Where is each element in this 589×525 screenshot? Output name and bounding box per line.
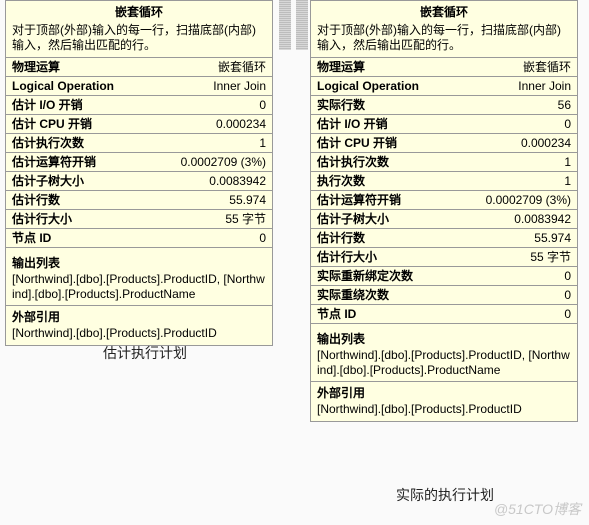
prop-val: 0.0002709 (3%) bbox=[486, 192, 571, 208]
prop-key: 节点 ID bbox=[12, 230, 51, 246]
prop-row: 估计 I/O 开销 0 bbox=[311, 115, 577, 134]
prop-key: 估计 CPU 开销 bbox=[317, 135, 397, 151]
prop-key: 估计行数 bbox=[317, 230, 365, 246]
prop-row: 物理运算 嵌套循环 bbox=[311, 58, 577, 77]
output-list-text: [Northwind].[dbo].[Products].ProductID, … bbox=[311, 348, 577, 382]
prop-key: Logical Operation bbox=[317, 78, 419, 94]
prop-key: 估计子树大小 bbox=[317, 211, 389, 227]
prop-val: 1 bbox=[259, 135, 266, 151]
prop-row: 实际重绕次数 0 bbox=[311, 286, 577, 305]
prop-key: 估计 I/O 开销 bbox=[317, 116, 388, 132]
prop-row: 实际重新绑定次数 0 bbox=[311, 267, 577, 286]
output-list-text: [Northwind].[dbo].[Products].ProductID, … bbox=[6, 272, 272, 306]
prop-val: 0.000234 bbox=[521, 135, 571, 151]
prop-val: 0 bbox=[564, 116, 571, 132]
prop-key: 估计行数 bbox=[12, 192, 60, 208]
prop-val: 0 bbox=[564, 306, 571, 322]
prop-key: Logical Operation bbox=[12, 78, 114, 94]
prop-key: 估计 I/O 开销 bbox=[12, 97, 83, 113]
prop-key: 节点 ID bbox=[317, 306, 356, 322]
prop-key: 实际重绕次数 bbox=[317, 287, 389, 303]
prop-row: 估计运算符开销 0.0002709 (3%) bbox=[311, 191, 577, 210]
caption-estimated: 估计执行计划 bbox=[5, 343, 285, 363]
prop-row: 估计 CPU 开销 0.000234 bbox=[311, 134, 577, 153]
prop-key: 实际行数 bbox=[317, 97, 365, 113]
prop-row: 估计行数 55.974 bbox=[6, 191, 272, 210]
prop-val: 嵌套循环 bbox=[523, 59, 571, 75]
prop-row: Logical Operation Inner Join bbox=[6, 77, 272, 96]
outer-ref-text: [Northwind].[dbo].[Products].ProductID bbox=[311, 402, 577, 421]
prop-val: 0.0002709 (3%) bbox=[181, 154, 266, 170]
output-list-title: 输出列表 bbox=[6, 248, 272, 272]
prop-key: 估计运算符开销 bbox=[317, 192, 401, 208]
prop-key: 估计执行次数 bbox=[12, 135, 84, 151]
prop-row: 节点 ID 0 bbox=[6, 229, 272, 248]
prop-row: 节点 ID 0 bbox=[311, 305, 577, 324]
prop-val: 嵌套循环 bbox=[218, 59, 266, 75]
gutter-left bbox=[279, 0, 291, 50]
prop-row: 执行次数 1 bbox=[311, 172, 577, 191]
prop-key: 估计行大小 bbox=[317, 249, 377, 265]
prop-val: 55 字节 bbox=[225, 211, 266, 227]
tooltip-actual-plan: 嵌套循环 对于顶部(外部)输入的每一行，扫描底部(内部)输入，然后输出匹配的行。… bbox=[310, 0, 578, 422]
prop-val: 0.000234 bbox=[216, 116, 266, 132]
outer-ref-title: 外部引用 bbox=[311, 382, 577, 402]
prop-row: 估计执行次数 1 bbox=[311, 153, 577, 172]
prop-key: 估计执行次数 bbox=[317, 154, 389, 170]
prop-val: 56 bbox=[558, 97, 571, 113]
prop-val: 1 bbox=[564, 154, 571, 170]
prop-row: 估计行数 55.974 bbox=[311, 229, 577, 248]
prop-val: 55.974 bbox=[229, 192, 266, 208]
prop-val: 0 bbox=[259, 97, 266, 113]
panel-description: 对于顶部(外部)输入的每一行，扫描底部(内部)输入，然后输出匹配的行。 bbox=[311, 22, 577, 58]
prop-row: 估计运算符开销 0.0002709 (3%) bbox=[6, 153, 272, 172]
prop-key: 估计运算符开销 bbox=[12, 154, 96, 170]
prop-key: 物理运算 bbox=[317, 59, 365, 75]
prop-val: Inner Join bbox=[518, 78, 571, 94]
prop-row: 物理运算 嵌套循环 bbox=[6, 58, 272, 77]
panel-title: 嵌套循环 bbox=[6, 1, 272, 22]
prop-val: 1 bbox=[564, 173, 571, 189]
prop-row: 实际行数 56 bbox=[311, 96, 577, 115]
prop-row: 估计行大小 55 字节 bbox=[311, 248, 577, 267]
prop-val: 0 bbox=[259, 230, 266, 246]
prop-row: Logical Operation Inner Join bbox=[311, 77, 577, 96]
prop-row: 估计 CPU 开销 0.000234 bbox=[6, 115, 272, 134]
prop-key: 执行次数 bbox=[317, 173, 365, 189]
panel-title: 嵌套循环 bbox=[311, 1, 577, 22]
prop-row: 估计行大小 55 字节 bbox=[6, 210, 272, 229]
prop-key: 估计 CPU 开销 bbox=[12, 116, 92, 132]
prop-key: 物理运算 bbox=[12, 59, 60, 75]
prop-row: 估计子树大小 0.0083942 bbox=[6, 172, 272, 191]
output-list-title: 输出列表 bbox=[311, 324, 577, 348]
prop-val: 0.0083942 bbox=[514, 211, 571, 227]
prop-val: 0 bbox=[564, 268, 571, 284]
outer-ref-title: 外部引用 bbox=[6, 306, 272, 326]
watermark: @51CTO博客 bbox=[494, 499, 581, 519]
prop-val: Inner Join bbox=[213, 78, 266, 94]
prop-row: 估计 I/O 开销 0 bbox=[6, 96, 272, 115]
prop-key: 估计行大小 bbox=[12, 211, 72, 227]
prop-key: 估计子树大小 bbox=[12, 173, 84, 189]
prop-key: 实际重新绑定次数 bbox=[317, 268, 413, 284]
tooltip-estimated-plan: 嵌套循环 对于顶部(外部)输入的每一行，扫描底部(内部)输入，然后输出匹配的行。… bbox=[5, 0, 273, 346]
prop-val: 0 bbox=[564, 287, 571, 303]
prop-row: 估计执行次数 1 bbox=[6, 134, 272, 153]
prop-val: 55 字节 bbox=[530, 249, 571, 265]
prop-row: 估计子树大小 0.0083942 bbox=[311, 210, 577, 229]
prop-val: 55.974 bbox=[534, 230, 571, 246]
gutter-right bbox=[296, 0, 308, 50]
panel-description: 对于顶部(外部)输入的每一行，扫描底部(内部)输入，然后输出匹配的行。 bbox=[6, 22, 272, 58]
prop-val: 0.0083942 bbox=[209, 173, 266, 189]
